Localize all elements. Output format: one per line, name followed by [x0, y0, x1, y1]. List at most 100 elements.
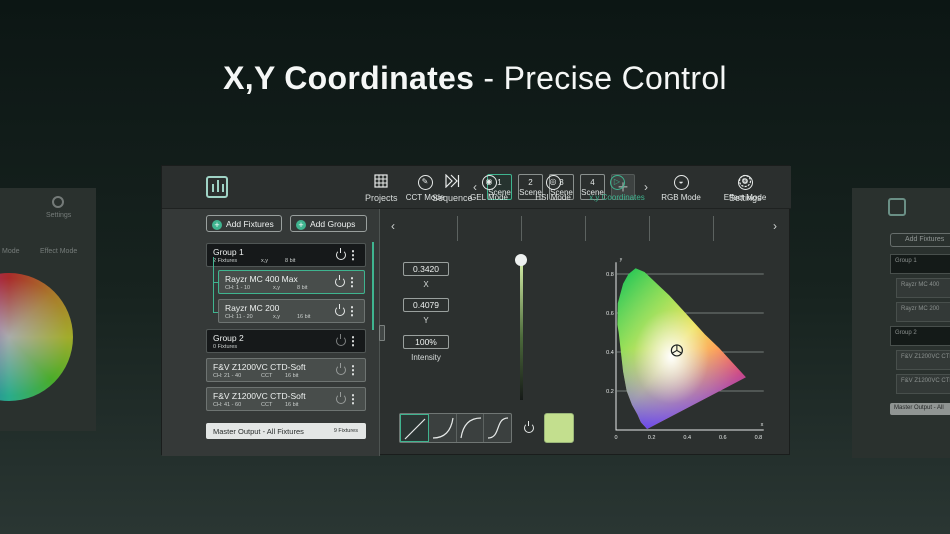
row-bits: 8 bit	[285, 258, 296, 264]
add-fixtures-button[interactable]: + Add Fixtures	[206, 215, 282, 232]
app-logo-icon[interactable]	[206, 176, 228, 198]
mode-tab-effect-mode[interactable]: ✎ Effect Mode	[705, 175, 785, 202]
fixture-row[interactable]: Rayzr MC 400 Max CH: 1 - 10 x,y 8 bit ⋮	[218, 270, 365, 294]
y-value-input[interactable]: 0.4079	[403, 298, 449, 312]
x-tick-label: 0.8	[755, 435, 763, 441]
add-groups-button[interactable]: + Add Groups	[290, 215, 367, 232]
fixtures-panel: + Add Fixtures + Add Groups Group 1 2 Fixt…	[162, 209, 380, 456]
row-details: CH: 1 - 10 x,y 8 bit	[225, 285, 307, 291]
mode-label: CCT Mode	[405, 193, 445, 202]
fixture-row[interactable]: F&V Z1200VC CTD-Soft CH: 41 - 60 CCT 16 bi…	[206, 387, 366, 411]
plus-icon: +	[212, 220, 222, 230]
group-row[interactable]: Group 1 2 Fixtures x,y 8 bit ⋮	[206, 243, 366, 267]
more-options-icon[interactable]: ⋮	[347, 364, 359, 376]
group-connector	[213, 283, 218, 313]
row-channels: CH: 41 - 60	[213, 402, 242, 408]
row-bits: 8 bit	[297, 285, 308, 291]
cct-icon: ✎	[417, 175, 433, 190]
intensity-value-input[interactable]: 100%	[403, 335, 449, 349]
more-options-icon[interactable]: ⋮	[347, 249, 359, 261]
row-title: Rayzr MC 400 Max	[225, 274, 298, 284]
row-channels: CH: 11 - 20	[225, 314, 253, 320]
rgb-icon: ◒	[673, 175, 689, 190]
headline-rest: - Precise Control	[474, 60, 727, 96]
x-value-input[interactable]: 0.3420	[403, 262, 449, 276]
group-connector	[213, 257, 218, 283]
group-row[interactable]: Group 2 0 Fixtures ⋮	[206, 329, 366, 353]
mode-label: GEL Mode	[470, 193, 508, 202]
power-icon[interactable]	[336, 334, 346, 346]
row-title: F&V Z1200VC CTD-Soft	[213, 362, 306, 372]
more-options-icon[interactable]: ⋮	[347, 335, 359, 347]
fixture-row[interactable]: F&V Z1200VC CTD-Soft CH: 21 - 40 CCT 16 bi…	[206, 358, 366, 382]
intensity-slider-knob[interactable]	[515, 254, 527, 266]
ghost-panel-right: Add Fixtures Group 1 Rayzr MC 400 Rayzr MC…	[852, 188, 950, 458]
logarithmic-curve-button[interactable]	[457, 414, 485, 442]
exponential-curve-button[interactable]	[429, 414, 457, 442]
power-icon[interactable]	[335, 275, 345, 287]
app-window: Projects Sequence ‹ 1 Scene 2 Scene 3 Scene 4 S…	[161, 165, 791, 456]
y-tick-label: 0.6	[606, 311, 614, 317]
dimming-curve-selector	[399, 413, 512, 443]
mode-separator	[713, 216, 714, 241]
row-mode: x,y	[261, 258, 269, 264]
mode-label: Effect Mode	[723, 193, 767, 202]
cie-xy-chart[interactable]: 0.8 0.6 0.4 0.2 0 0.2 0.4 0.6 0.8 y x	[602, 258, 788, 448]
more-options-icon[interactable]: ⋮	[346, 276, 358, 288]
y-tick-label: 0.2	[606, 389, 614, 395]
x-tick-label: 0.2	[648, 435, 656, 441]
modes-prev-chevron-icon[interactable]: ‹	[391, 219, 395, 233]
y-label: Y	[423, 316, 429, 325]
row-channels: 2 Fixtures	[213, 258, 238, 264]
row-title: F&V Z1200VC CTD-Soft	[213, 391, 306, 401]
xy-icon: ▷	[609, 175, 625, 190]
power-icon[interactable]	[336, 248, 346, 260]
x-axis-label: x	[761, 422, 764, 428]
power-icon[interactable]	[335, 304, 345, 316]
x-tick-label: 0.6	[719, 435, 727, 441]
linear-curve-button[interactable]	[400, 414, 429, 442]
intensity-label: Intensity	[411, 353, 441, 362]
headline-bold: X,Y Coordinates	[223, 60, 475, 96]
ghost-dim-overlay	[0, 188, 96, 431]
power-icon[interactable]	[336, 363, 346, 375]
mode-separator	[585, 216, 586, 241]
master-output-count: 9 Fixtures	[333, 428, 358, 434]
mode-separator	[521, 216, 522, 241]
x-label: X	[423, 280, 429, 289]
panel-resize-handle[interactable]	[379, 325, 385, 341]
row-channels: CH: 1 - 10	[225, 285, 251, 291]
row-details: 2 Fixtures x,y 8 bit	[213, 258, 295, 264]
fixture-scrollbar[interactable]	[372, 242, 374, 330]
color-preview-swatch	[544, 413, 574, 443]
master-output-label: Master Output - All Fixtures	[213, 427, 304, 436]
master-output-button[interactable]: Master Output - All Fixtures 9 Fixtures	[206, 423, 366, 439]
row-title: Rayzr MC 200	[225, 303, 280, 313]
mode-separator	[649, 216, 650, 241]
output-power-icon[interactable]	[524, 421, 534, 433]
row-details: CH: 41 - 60 CCT 16 bit	[213, 402, 298, 408]
row-details: CH: 11 - 20 x,y 16 bit	[225, 314, 310, 320]
row-details: CH: 21 - 40 CCT 16 bit	[213, 373, 298, 379]
intensity-slider-track[interactable]	[520, 260, 523, 400]
gel-icon: ◉	[481, 175, 497, 190]
effect-icon: ✎	[737, 175, 753, 190]
row-bits: 16 bit	[297, 314, 311, 320]
y-tick-label: 0.8	[606, 272, 614, 278]
x-tick-label: 0.4	[683, 435, 691, 441]
more-options-icon[interactable]: ⋮	[347, 393, 359, 405]
row-mode: x,y	[273, 285, 281, 291]
x-tick-label: 0	[614, 435, 617, 441]
mode-label: RGB Mode	[661, 193, 701, 202]
power-icon[interactable]	[336, 392, 346, 404]
more-options-icon[interactable]: ⋮	[346, 305, 358, 317]
modes-next-chevron-icon[interactable]: ›	[773, 219, 777, 233]
mode-label: x,y Coordinates	[589, 193, 645, 202]
s-curve-button[interactable]	[484, 414, 511, 442]
row-mode: x,y	[273, 314, 281, 320]
row-mode: CCT	[261, 402, 273, 408]
hsi-icon: ◎	[545, 175, 561, 190]
fixture-row[interactable]: Rayzr MC 200 CH: 11 - 20 x,y 16 bit ⋮	[218, 299, 365, 323]
add-groups-label: Add Groups	[310, 219, 356, 229]
row-channels: CH: 21 - 40	[213, 373, 242, 379]
